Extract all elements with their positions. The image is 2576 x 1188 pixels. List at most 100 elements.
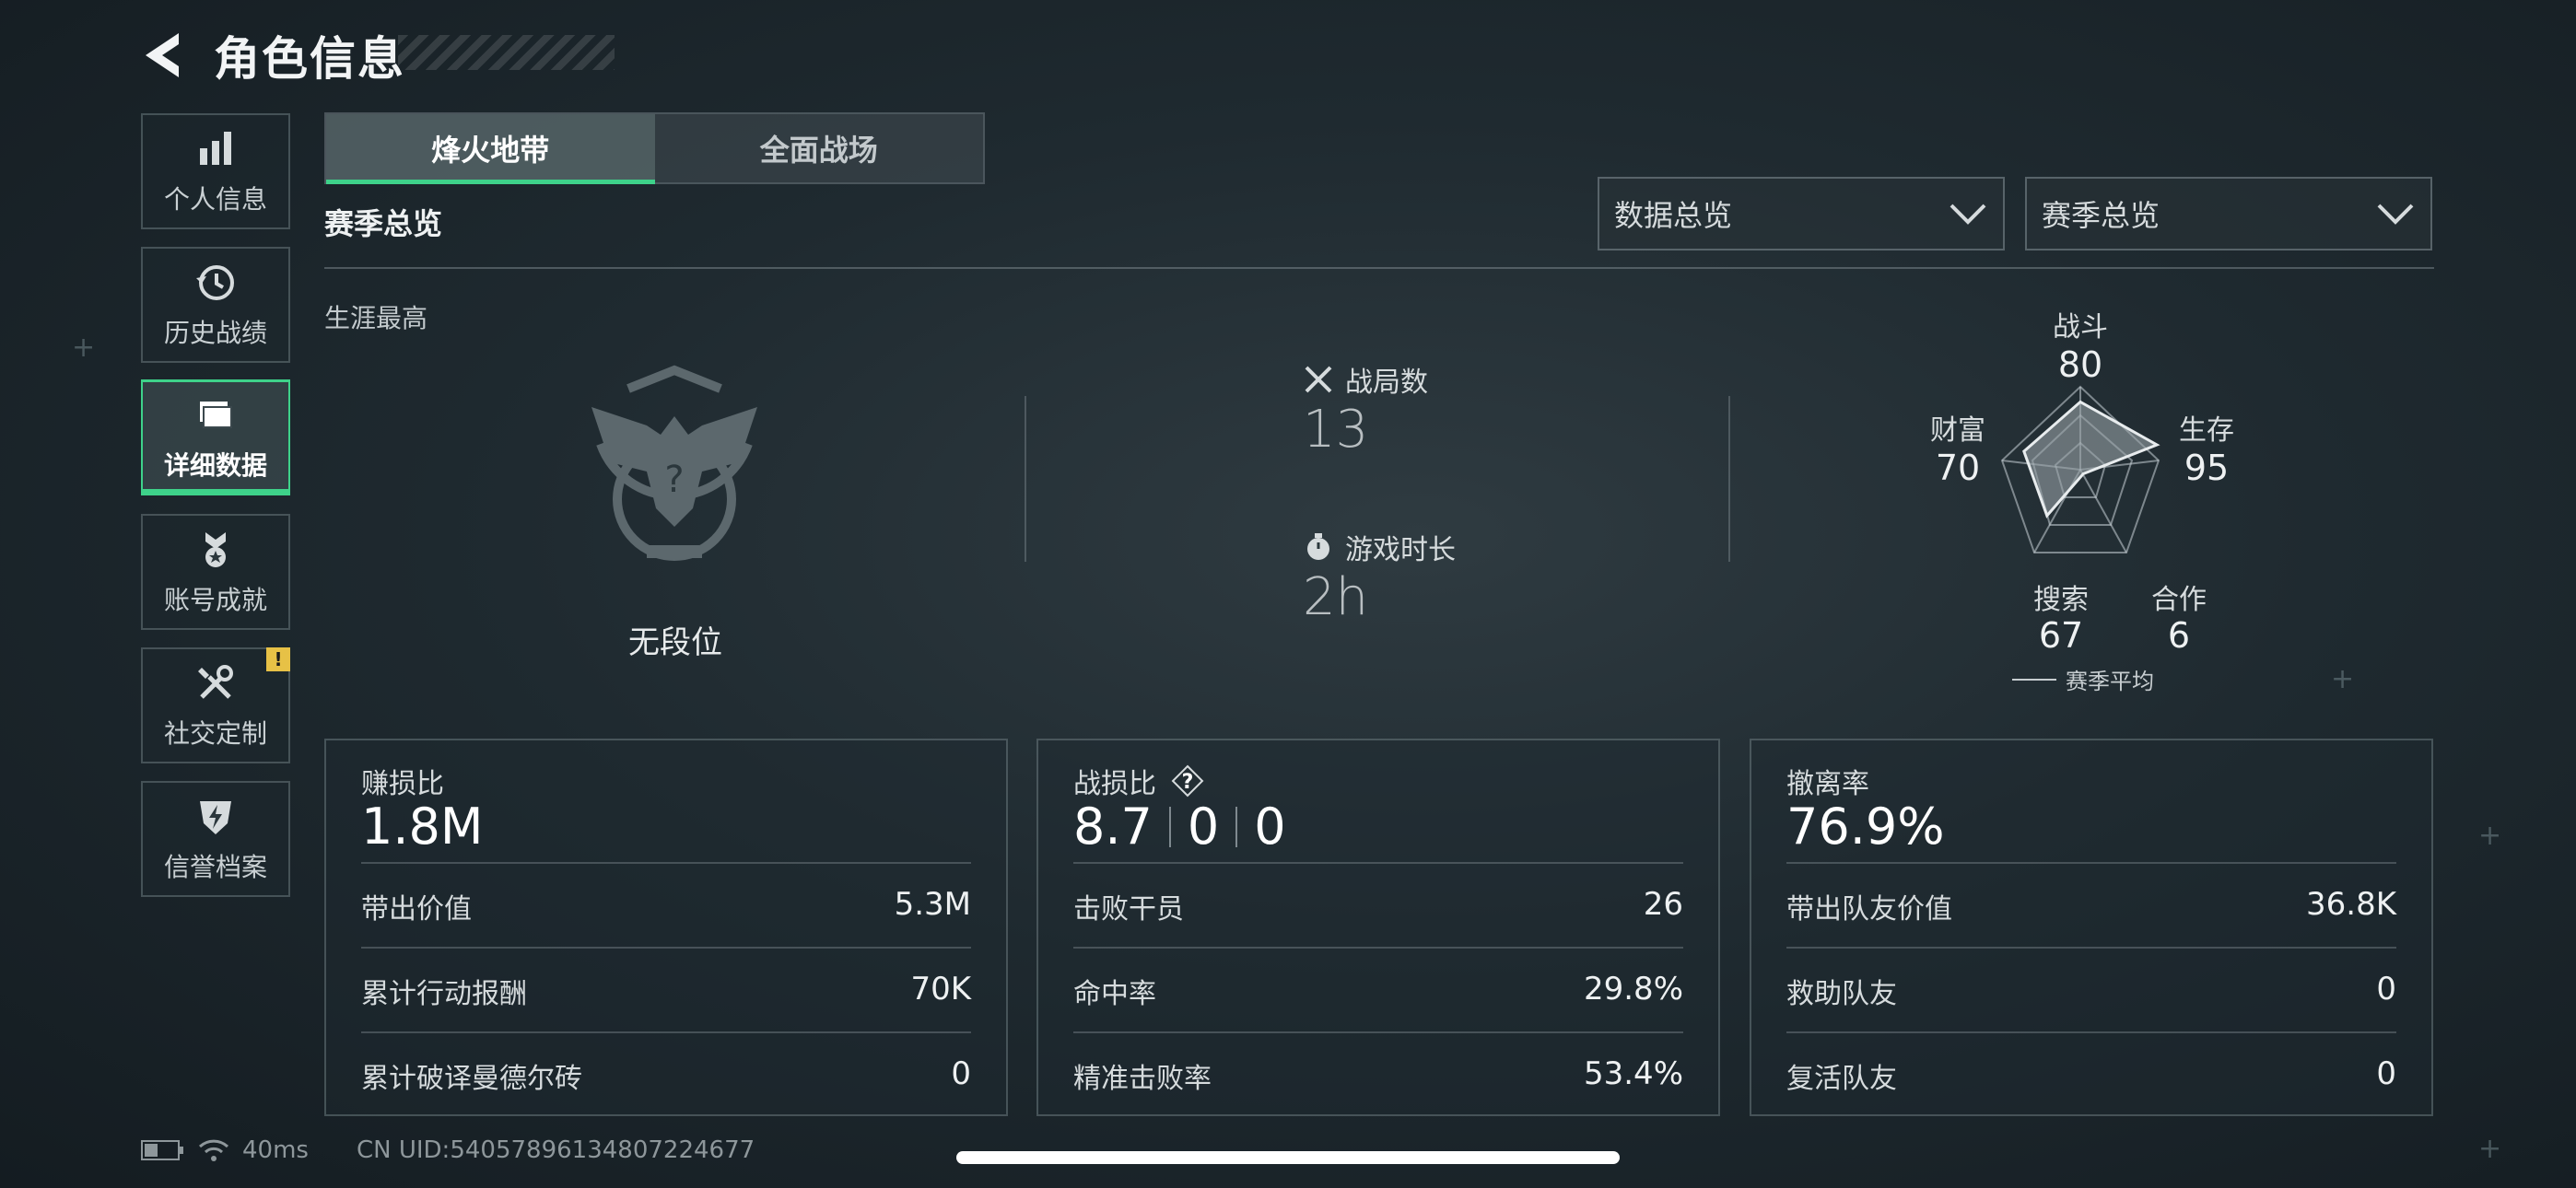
matches-stat: 战局数 13 [1303, 359, 1428, 460]
sidebar-item-label: 信誉档案 [163, 852, 267, 882]
decor-crosshair: + [2478, 820, 2502, 852]
shield-bolt-icon [200, 801, 231, 834]
row-label: 带出价值 [361, 893, 472, 926]
divider [1073, 862, 1683, 864]
row-value: 29.8% [1583, 971, 1683, 1007]
row-value: 70K [910, 971, 971, 1007]
folder-icon [200, 402, 232, 428]
legend-label: 赛季平均 [2066, 669, 2154, 694]
sidebar-item-achievements[interactable]: 账号成就 [141, 514, 290, 630]
radar-legend: 赛季平均 [2012, 663, 2154, 695]
radar-label-survival: 生存 [2179, 414, 2234, 447]
divider [1025, 396, 1026, 562]
matches-label: 战局数 [1345, 367, 1428, 399]
playtime-label: 游戏时长 [1345, 534, 1456, 566]
row-label: 命中率 [1073, 978, 1156, 1010]
divider [1728, 396, 1730, 562]
home-indicator[interactable] [956, 1151, 1620, 1164]
divider [1073, 1031, 1683, 1033]
divider [1786, 947, 2396, 949]
stat-row: 带出价值 5.3M [361, 886, 971, 926]
stat-row: 带出队友价值 36.8K [1786, 886, 2396, 926]
stopwatch-icon [1307, 533, 1329, 560]
data-scope-dropdown[interactable]: 数据总览 [1598, 177, 2005, 250]
sidebar-item-personal-info[interactable]: 个人信息 [141, 113, 290, 229]
row-label: 带出队友价值 [1786, 893, 1952, 926]
sidebar-item-social-custom[interactable]: 社交定制 ! [141, 647, 290, 763]
radar-label-cooperation: 合作 [2151, 584, 2207, 616]
tools-icon [198, 665, 233, 699]
help-mark: ? [1182, 771, 1194, 794]
sidebar-item-reputation[interactable]: 信誉档案 [141, 781, 290, 897]
decor-crosshair: + [72, 332, 96, 364]
row-label: 累计破译曼德尔砖 [361, 1063, 582, 1095]
row-value: 0 [2376, 1055, 2396, 1092]
sidebar-item-label: 历史战绩 [163, 318, 267, 348]
divider [361, 1031, 971, 1033]
row-label: 复活队友 [1786, 1063, 1897, 1095]
card-main-value: 8.7 0 0 [1073, 798, 1286, 856]
stat-row: 击败干员 26 [1073, 886, 1683, 926]
row-label: 累计行动报酬 [361, 978, 527, 1010]
radar-label-combat: 战斗 [2053, 311, 2108, 344]
chevron-down-icon [1950, 204, 1986, 225]
rank-emblem-icon: ? [591, 365, 757, 561]
kd-part-3: 0 [1254, 798, 1286, 856]
separator [1235, 806, 1238, 847]
matches-value: 13 [1303, 400, 1369, 460]
divider [1786, 1031, 2396, 1033]
row-label: 救助队友 [1786, 978, 1897, 1010]
stat-row: 救助队友 0 [1786, 971, 2396, 1011]
sidebar-item-match-history[interactable]: 历史战绩 [141, 247, 290, 363]
row-value: 53.4% [1583, 1055, 1683, 1092]
tab-full-battlefield[interactable]: 全面战场 [655, 114, 984, 182]
stat-row: 命中率 29.8% [1073, 971, 1683, 1011]
season-scope-dropdown[interactable]: 赛季总览 [2025, 177, 2432, 250]
dropdown-value: 数据总览 [1614, 198, 1733, 233]
back-button[interactable] [138, 28, 193, 83]
ability-radar: 战斗 80 生存 95 合作 6 搜索 67 财富 70 [1916, 304, 2359, 709]
back-arrow-icon [146, 33, 179, 77]
radar-value-search: 67 [2038, 615, 2084, 656]
playtime-value: 2h [1303, 567, 1369, 627]
radar-series-shape [2022, 400, 2160, 518]
radar-value-survival: 95 [2184, 448, 2230, 488]
battery-icon [141, 1140, 183, 1160]
divider [324, 267, 2434, 269]
radar-label-search: 搜索 [2033, 584, 2089, 616]
tab-fire-zone[interactable]: 烽火地带 [326, 114, 655, 184]
title-decoration [398, 35, 615, 70]
help-icon[interactable]: ? [1171, 764, 1204, 798]
row-value: 36.8K [2306, 886, 2396, 923]
profit-card: 赚损比 1.8M 带出价值 5.3M 累计行动报酬 70K 累计破译曼德尔砖 0 [324, 739, 1008, 1116]
kd-ratio: 8.7 [1073, 798, 1153, 856]
stat-row: 复活队友 0 [1786, 1055, 2396, 1096]
notification-badge: ! [266, 647, 290, 671]
divider [361, 947, 971, 949]
legend-line [2012, 678, 2056, 681]
radar-value-wealth: 70 [1935, 448, 1981, 488]
history-icon [196, 265, 234, 300]
radar-label-wealth: 财富 [1930, 414, 1985, 447]
crossed-swords-icon [1305, 366, 1332, 393]
page-title: 角色信息 [214, 32, 405, 86]
rank-label: 无段位 [628, 624, 722, 661]
radar-value-combat: 80 [2057, 344, 2103, 385]
stat-row: 精准击败率 53.4% [1073, 1055, 1683, 1096]
stat-row: 累计行动报酬 70K [361, 971, 971, 1011]
wifi-icon [198, 1139, 229, 1161]
playtime-stat: 游戏时长 2h [1303, 527, 1456, 627]
row-label: 击败干员 [1073, 893, 1184, 926]
mode-tabs: 烽火地带 全面战场 [324, 112, 985, 184]
chevron-down-icon [2377, 204, 2414, 225]
divider [1786, 862, 2396, 864]
svg-text:?: ? [664, 459, 684, 501]
divider [361, 862, 971, 864]
decor-crosshair: + [2478, 1133, 2502, 1165]
separator [1168, 806, 1171, 847]
sidebar-item-label: 账号成就 [163, 585, 267, 615]
status-footer: 40ms CN UID:54057896134807224677 [141, 1136, 755, 1164]
sidebar-item-detailed-data[interactable]: 详细数据 [141, 379, 290, 495]
card-title: 赚损比 [361, 768, 444, 800]
sidebar-item-label: 个人信息 [163, 184, 267, 215]
